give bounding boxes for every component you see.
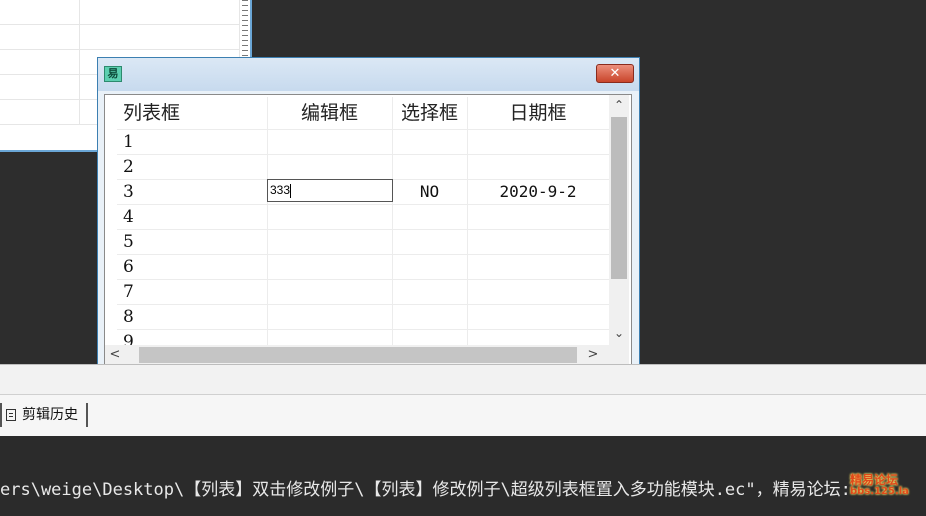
output-panel: ers\weige\Desktop\【列表】双击修改例子\【列表】修改例子\超级… (0, 436, 926, 516)
row-1-cell[interactable]: 1 (123, 132, 134, 152)
form-grid-cell (0, 50, 80, 75)
form-grid-cell (0, 75, 80, 100)
column-header-edit[interactable]: 编辑框 (267, 97, 392, 129)
row-5-cell[interactable]: 5 (123, 232, 134, 252)
row-separator (117, 254, 609, 255)
edit-input-text: 333 (270, 183, 291, 197)
document-icon (6, 409, 16, 421)
list-edit-window: 易 ✕ 列表框 编辑框 选择框 日期框 1 2 3 4 5 6 7 8 9 33… (97, 57, 640, 371)
row-separator (117, 229, 609, 230)
watermark-line-2: bbs.125.la (850, 486, 909, 497)
row-separator (117, 204, 609, 205)
row-separator (117, 154, 609, 155)
form-grid-cell (80, 25, 240, 50)
row-6-cell[interactable]: 6 (123, 257, 134, 277)
close-button[interactable]: ✕ (596, 64, 634, 83)
vertical-scrollbar[interactable]: ⌃ ⌄ (609, 95, 629, 345)
horizontal-scroll-thumb[interactable] (139, 347, 577, 363)
tab-clip-history[interactable]: 剪辑历史 (0, 403, 88, 427)
column-header-choice[interactable]: 选择框 (392, 97, 467, 129)
horizontal-scrollbar[interactable]: < > (105, 345, 609, 365)
watermark-line-1: 精易论坛 (850, 473, 899, 487)
text-caret (290, 183, 292, 198)
row-3-date-cell[interactable]: 2020-9-2 (467, 182, 609, 202)
row-3-edit-input[interactable]: 333 (267, 179, 393, 202)
designer-bottom-bar (0, 364, 926, 394)
output-line: ers\weige\Desktop\【列表】双击修改例子\【列表】修改例子\超级… (0, 480, 851, 500)
list-grid: 列表框 编辑框 选择框 日期框 1 2 3 4 5 6 7 8 9 333 NO… (117, 97, 609, 347)
column-separator (267, 97, 268, 347)
scroll-right-arrow-icon[interactable]: > (583, 345, 603, 365)
scroll-up-arrow-icon[interactable]: ⌃ (609, 95, 629, 115)
tab-label: 剪辑历史 (22, 407, 78, 423)
form-grid-cell (80, 0, 240, 25)
row-separator (117, 279, 609, 280)
row-3-choice-cell[interactable]: NO (392, 182, 467, 202)
form-grid-cell (0, 100, 80, 125)
scrollbar-corner (609, 345, 629, 365)
row-7-cell[interactable]: 7 (123, 282, 134, 302)
row-separator (117, 329, 609, 330)
row-separator (117, 129, 609, 130)
form-grid-cell (0, 0, 80, 25)
scroll-left-arrow-icon[interactable]: < (105, 345, 125, 365)
column-header-date[interactable]: 日期框 (467, 97, 609, 129)
vertical-scroll-thumb[interactable] (611, 117, 627, 279)
row-separator (117, 304, 609, 305)
row-2-cell[interactable]: 2 (123, 157, 134, 177)
watermark-logo: 精易论坛 bbs.125.la (850, 474, 909, 498)
row-4-cell[interactable]: 4 (123, 207, 134, 227)
column-separator (467, 97, 468, 347)
panel-tab-bar (0, 394, 926, 436)
scroll-down-arrow-icon[interactable]: ⌄ (609, 323, 629, 343)
app-icon: 易 (104, 66, 122, 82)
row-8-cell[interactable]: 8 (123, 307, 134, 327)
column-header-list[interactable]: 列表框 (123, 97, 263, 129)
column-separator (392, 97, 393, 347)
title-bar[interactable]: 易 ✕ (98, 58, 639, 91)
super-list-box[interactable]: 列表框 编辑框 选择框 日期框 1 2 3 4 5 6 7 8 9 333 NO… (104, 94, 632, 366)
form-grid-cell (0, 25, 80, 50)
row-3-cell[interactable]: 3 (123, 182, 134, 202)
